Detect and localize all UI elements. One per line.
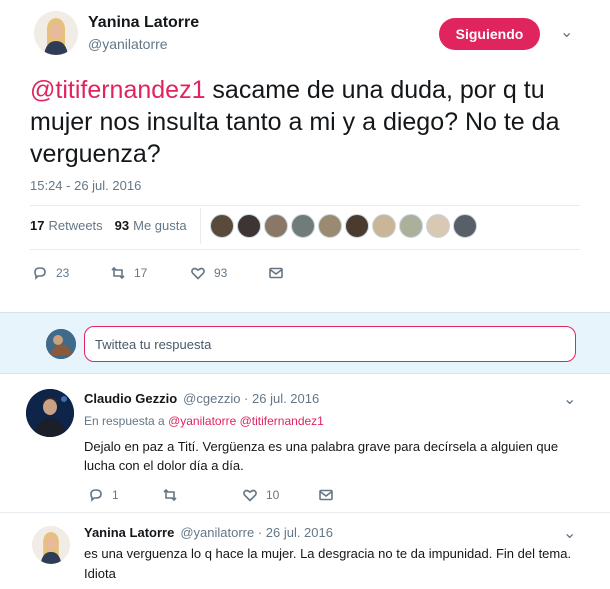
reply-text: Dejalo en paz a Tití. Vergüenza es una p…: [84, 439, 559, 473]
chevron-down-icon[interactable]: ⌄: [563, 526, 576, 542]
author-handle[interactable]: @yanilatorre: [88, 36, 168, 52]
like-button[interactable]: 10: [242, 487, 318, 503]
heart-icon: [243, 489, 257, 502]
liker-avatar[interactable]: [318, 214, 342, 238]
reply-icon: [90, 489, 102, 502]
divider: [30, 205, 580, 206]
replier-meta[interactable]: @yanilatorre · 26 jul. 2016: [180, 525, 333, 540]
reply-header: Yanina Latorre @yanilatorre · 26 jul. 20…: [84, 525, 333, 540]
reply-count: 1: [112, 488, 119, 502]
liker-avatar[interactable]: [426, 214, 450, 238]
liker-avatar[interactable]: [291, 214, 315, 238]
tweet-timestamp[interactable]: 15:24 - 26 jul. 2016: [30, 178, 141, 193]
replier-meta[interactable]: @cgezzio · 26 jul. 2016: [183, 391, 319, 406]
liker-avatar[interactable]: [372, 214, 396, 238]
liker-avatar[interactable]: [399, 214, 423, 238]
replier-name[interactable]: Yanina Latorre: [84, 525, 174, 540]
retweets-stat[interactable]: 17 Retweets: [30, 218, 103, 233]
likes-stat[interactable]: 93 Me gusta: [115, 218, 187, 233]
in-reply-to: En respuesta a @yanilatorre @titifernand…: [84, 414, 324, 428]
stats-separator: [200, 208, 201, 244]
like-count: 10: [266, 488, 280, 502]
reply-button[interactable]: 1: [88, 487, 162, 503]
like-button[interactable]: 93: [190, 265, 268, 281]
current-user-avatar[interactable]: [46, 329, 76, 359]
reply-actions: 1 10: [88, 487, 334, 503]
chevron-down-icon[interactable]: ⌄: [560, 25, 573, 41]
message-button[interactable]: [318, 487, 334, 503]
replier-avatar[interactable]: [32, 526, 70, 564]
divider: [0, 512, 610, 513]
tweet-mention[interactable]: @titifernandez1: [30, 76, 205, 104]
following-button[interactable]: Siguiendo: [439, 18, 540, 50]
envelope-icon: [269, 267, 283, 279]
retweet-button[interactable]: 17: [110, 265, 190, 281]
liker-avatar[interactable]: [210, 214, 234, 238]
replier-avatar[interactable]: [26, 389, 74, 437]
replier-name[interactable]: Claudio Gezzio: [84, 391, 177, 406]
reply-button[interactable]: 23: [32, 265, 110, 281]
retweet-icon: [111, 266, 125, 280]
likers-avatars: [210, 214, 477, 238]
retweet-count: 17: [134, 266, 148, 280]
author-avatar[interactable]: [34, 11, 78, 55]
reply-header: Claudio Gezzio @cgezzio · 26 jul. 2016: [84, 391, 319, 406]
chevron-down-icon[interactable]: ⌄: [563, 392, 576, 408]
divider: [30, 249, 580, 250]
reply-text: es una verguenza lo q hace la mujer. La …: [84, 546, 572, 581]
in-reply-mentions[interactable]: @yanilatorre @titifernandez1: [168, 414, 324, 428]
liker-avatar[interactable]: [264, 214, 288, 238]
like-count: 93: [214, 266, 228, 280]
retweet-icon: [163, 488, 177, 502]
reply-count: 23: [56, 266, 70, 280]
envelope-icon: [319, 489, 333, 501]
retweet-button[interactable]: [162, 487, 242, 503]
heart-icon: [191, 267, 205, 280]
author-name[interactable]: Yanina Latorre: [88, 14, 199, 32]
reply-input[interactable]: Twittea tu respuesta: [84, 326, 576, 362]
liker-avatar[interactable]: [237, 214, 261, 238]
liker-avatar[interactable]: [345, 214, 369, 238]
liker-avatar[interactable]: [453, 214, 477, 238]
tweet-text: @titifernandez1 sacame de una duda, por …: [30, 74, 590, 170]
tweet-stats: 17 Retweets 93 Me gusta: [30, 218, 187, 233]
message-button[interactable]: [268, 265, 284, 281]
reply-icon: [34, 267, 46, 280]
tweet-actions: 23 17 93: [32, 265, 284, 281]
